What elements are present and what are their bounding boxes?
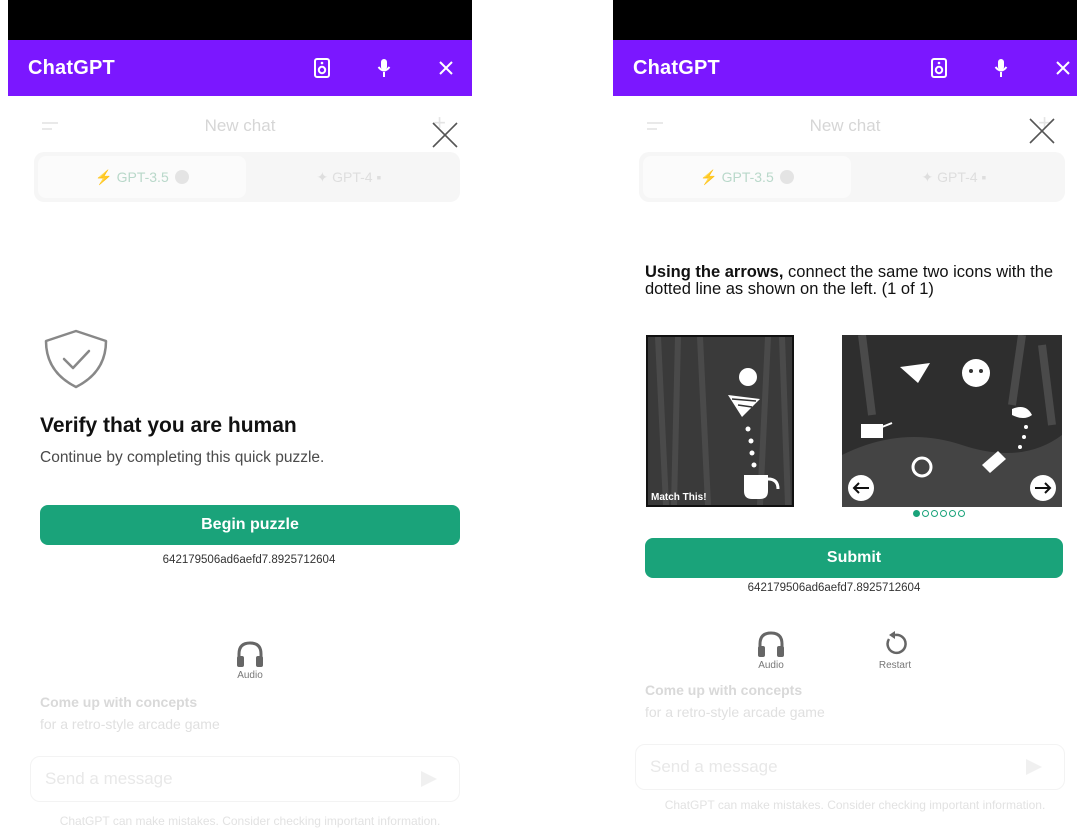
page-dot [940, 510, 947, 517]
disclaimer: ChatGPT can make mistakes. Consider chec… [59, 814, 441, 828]
app-bar: ChatGPT [613, 40, 1077, 96]
close-overlay-icon[interactable] [432, 122, 458, 153]
model-selector: ⚡ GPT-3.5 ✦ GPT-4 ▪ [34, 152, 460, 202]
send-icon [1026, 759, 1042, 775]
audio-button[interactable]: Audio [741, 630, 801, 671]
arrow-left-icon[interactable] [848, 475, 874, 501]
right-phone-screen: ChatGPT New chat + ⚡ GPT-3.5 ✦ GPT-4 ▪ C… [613, 0, 1077, 833]
status-bar [8, 0, 472, 40]
close-overlay-icon[interactable] [1029, 118, 1055, 149]
page-dot [922, 510, 929, 517]
model-gpt35-label: GPT-3.5 [116, 169, 169, 185]
model-gpt4: ✦ GPT-4 ▪ [921, 168, 987, 186]
puzzle-instructions: Using the arrows, connect the same two i… [645, 264, 1065, 298]
session-id: 642179506ad6aefd7.8925712604 [162, 554, 336, 566]
mic-icon[interactable] [991, 57, 1011, 79]
close-icon[interactable] [1053, 57, 1073, 79]
app-title: ChatGPT [633, 56, 720, 79]
suggestion-card: Come up with concepts for a retro-style … [40, 694, 220, 732]
page-indicator [913, 510, 965, 517]
puzzle-scene [842, 335, 1062, 507]
disclaimer: ChatGPT can make mistakes. Consider chec… [664, 798, 1046, 812]
restart-button[interactable]: Restart [865, 630, 925, 671]
headphones-icon [758, 631, 784, 657]
begin-puzzle-button[interactable]: Begin puzzle [40, 505, 460, 545]
submit-button[interactable]: Submit [645, 538, 1063, 578]
message-input: Send a message [30, 756, 460, 802]
speaker-icon[interactable] [312, 57, 332, 79]
page-dot [913, 510, 920, 517]
new-chat-title: New chat [809, 116, 881, 135]
audio-label: Audio [237, 670, 263, 681]
model-gpt4-label: GPT-4 [937, 169, 978, 185]
info-icon [174, 170, 189, 184]
info-icon [779, 170, 794, 184]
model-selector: ⚡ GPT-3.5 ✦ GPT-4 ▪ [639, 152, 1065, 202]
verify-subtitle: Continue by completing this quick puzzle… [40, 449, 325, 466]
status-bar [613, 0, 1077, 40]
page-dot [949, 510, 956, 517]
model-gpt35: ⚡ GPT-3.5 [643, 156, 851, 198]
shield-check-icon [40, 328, 112, 395]
model-gpt4-label: GPT-4 [332, 169, 373, 185]
headphones-icon [237, 641, 263, 667]
message-placeholder: Send a message [45, 769, 173, 788]
app-bar: ChatGPT [8, 40, 472, 96]
model-gpt4: ✦ GPT-4 ▪ [316, 168, 382, 186]
app-title: ChatGPT [28, 56, 115, 79]
lock-icon: ▪ [376, 169, 382, 185]
page-dot [958, 510, 965, 517]
reference-image: Match This! [646, 335, 794, 507]
reference-scene [648, 337, 792, 505]
page-dot [931, 510, 938, 517]
session-id: 642179506ad6aefd7.8925712604 [747, 582, 921, 594]
arrow-right-icon[interactable] [1030, 475, 1056, 501]
puzzle-image[interactable] [842, 335, 1062, 507]
suggestion-title: Come up with concepts [645, 682, 803, 698]
left-phone-screen: ChatGPT New chat + ⚡ GPT-3.5 ✦ GPT-4 ▪ C… [8, 0, 472, 833]
audio-label: Audio [758, 660, 784, 671]
suggestion-card: Come up with concepts for a retro-style … [645, 682, 825, 720]
new-chat-title: New chat [204, 116, 276, 135]
suggestion-title: Come up with concepts [40, 694, 198, 710]
audio-button[interactable]: Audio [220, 640, 280, 681]
speaker-icon[interactable] [929, 57, 949, 79]
suggestion-subtitle: for a retro-style arcade game [40, 716, 220, 732]
close-icon[interactable] [436, 57, 456, 79]
lock-icon: ▪ [981, 169, 987, 185]
message-placeholder: Send a message [650, 757, 778, 776]
send-icon [421, 771, 437, 787]
reference-caption: Match This! [651, 492, 707, 503]
verify-title: Verify that you are human [40, 414, 297, 437]
model-gpt35-label: GPT-3.5 [721, 169, 774, 185]
model-gpt35: ⚡ GPT-3.5 [38, 156, 246, 198]
mic-icon[interactable] [374, 57, 394, 79]
message-input: Send a message [635, 744, 1065, 790]
suggestion-subtitle: for a retro-style arcade game [645, 704, 825, 720]
instruction-bold: Using the arrows, [645, 263, 784, 281]
restart-label: Restart [878, 660, 912, 671]
restart-icon [886, 631, 907, 655]
